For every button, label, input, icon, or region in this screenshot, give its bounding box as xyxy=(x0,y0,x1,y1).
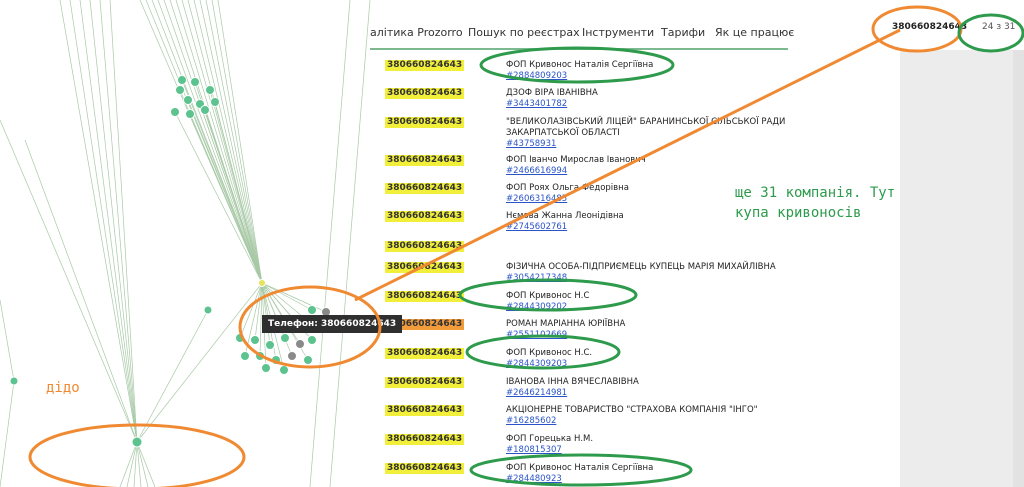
row-phone-tag: 380660824643 xyxy=(385,155,465,166)
row-phone-tag: 380660824643 xyxy=(385,377,465,388)
row-company-name: ФОП Горецька Н.М. xyxy=(506,434,594,444)
row-company-link[interactable]: #16285602 xyxy=(506,416,556,426)
row-phone-tag: 380660824643 xyxy=(385,117,465,128)
row-company-name: ФОП Кривонос Н.С xyxy=(506,291,590,301)
row-company-name: РОМАН МАРІАННА ЮРІЇВНА xyxy=(506,319,626,329)
row-phone-tag: 380660824643 xyxy=(385,211,465,222)
results-list: 380660824643 ФОП Кривонос Наталія Сергіїв… xyxy=(0,0,900,487)
row-company-name: ФІЗИЧНА ОСОБА-ПІДПРИЄМЕЦЬ КУПЕЦЬ МАРІЯ М… xyxy=(506,262,776,272)
row-phone-tag: 380660824643 xyxy=(385,60,465,71)
row-company-name: ФОП Іванчо Мирослав Іванович xyxy=(506,155,646,165)
row-company-name: ЗАКАРПАТСЬКОЇ ОБЛАСТІ xyxy=(506,128,620,138)
row-company-name: ФОП Роях Ольга Федорівна xyxy=(506,183,629,193)
annotation-dido: дідо xyxy=(46,380,80,396)
row-phone-tag: 380660824643 xyxy=(385,405,465,416)
row-company-link[interactable]: #2745602761 xyxy=(506,222,567,232)
row-company-name: ДЗОФ ВІРА ІВАНІВНА xyxy=(506,88,598,98)
row-company-link[interactable]: #2466616994 xyxy=(506,166,567,176)
annotation-note: ще 31 компанія. Тут купа кривоносів xyxy=(735,185,896,221)
scrollbar-track[interactable] xyxy=(1013,50,1024,487)
row-phone-tag: 380660824643 xyxy=(385,88,465,99)
row-company-link[interactable]: #43758931 xyxy=(506,139,556,149)
annotation-circle-counter xyxy=(957,13,1024,53)
row-company-link[interactable]: #2646214981 xyxy=(506,388,567,398)
row-company-name: ІВАНОВА ІННА ВЯЧЕСЛАВІВНА xyxy=(506,377,639,387)
row-phone-tag: 380660824643 xyxy=(385,241,465,252)
row-company-link[interactable]: #2884809203 xyxy=(506,71,567,81)
result-counter: 24 з 31 xyxy=(982,22,1016,32)
graph-tooltip: Телефон: 380660824643 xyxy=(262,315,403,333)
selected-phone-header: 380660824643 xyxy=(892,22,968,32)
row-company-link[interactable]: #2606316485 xyxy=(506,194,567,204)
row-phone-tag: 380660824643 xyxy=(385,348,465,359)
row-company-name: ФОП Кривонос Н.С. xyxy=(506,348,593,358)
row-company-name: Нємова Жанна Леонідівна xyxy=(506,211,624,221)
row-company-name: ФОП Кривонос Наталія Сергіївна xyxy=(506,60,654,70)
row-company-name: "ВЕЛИКОЛАЗІВСЬКИЙ ЛІЦЕЙ" БАРАНИНСЬКОЇ СІ… xyxy=(506,117,786,127)
row-company-link[interactable]: #2551102669 xyxy=(506,330,567,340)
row-phone-tag: 380660824643 xyxy=(385,291,465,302)
row-company-name: ФОП Кривонос Наталія Сергіївна xyxy=(506,463,654,473)
row-company-link[interactable]: #284480923 xyxy=(506,474,562,484)
row-company-link[interactable]: #180815307 xyxy=(506,445,562,455)
row-company-link[interactable]: #2844309203 xyxy=(506,359,567,369)
row-company-link[interactable]: #2844309202 xyxy=(506,302,567,312)
row-phone-tag: 380660824643 xyxy=(385,434,465,445)
right-side-panel xyxy=(900,50,1024,487)
row-phone-tag: 380660824643 xyxy=(385,262,465,273)
row-company-link[interactable]: #3443401782 xyxy=(506,99,567,109)
row-company-name: АКЦІОНЕРНЕ ТОВАРИСТВО "СТРАХОВА КОМПАНІЯ… xyxy=(506,405,758,415)
row-company-link[interactable]: #3054217348 xyxy=(506,273,567,283)
row-phone-tag: 380660824643 xyxy=(385,463,465,474)
row-phone-tag: 380660824643 xyxy=(385,183,465,194)
